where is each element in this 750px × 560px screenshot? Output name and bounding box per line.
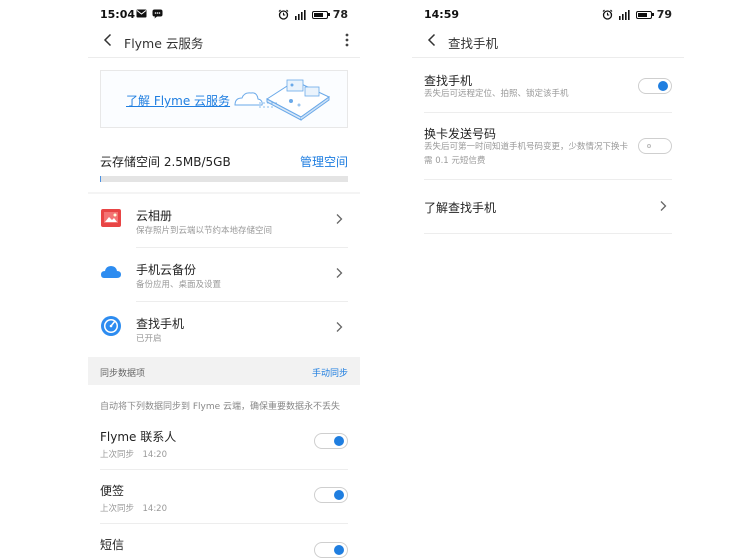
chevron-right-icon bbox=[336, 322, 343, 332]
manage-storage-link[interactable]: 管理空间 bbox=[300, 153, 348, 170]
notes-sync-toggle[interactable] bbox=[314, 487, 348, 503]
sync-item-notes: 便签 上次同步 14:20 bbox=[88, 470, 360, 524]
sync-item-contacts: Flyme 联系人 上次同步 14:20 bbox=[88, 416, 360, 470]
sim-change-notify-setting: 换卡发送号码 丢失后可第一时间知道手机号码变更，少数情况下换卡需 0.1 元短信… bbox=[412, 113, 684, 179]
find-phone-screen: 14:59 79 查找手机 查找手机 丢失后可远程定位、拍照、锁定该手机 换卡发… bbox=[412, 0, 684, 560]
status-bar: 14:59 79 bbox=[412, 0, 684, 30]
back-arrow-icon[interactable] bbox=[100, 32, 116, 48]
more-options-icon[interactable] bbox=[344, 32, 350, 48]
sync-description: 自动将下列数据同步到 Flyme 云端，确保重要数据永不丢失 bbox=[100, 402, 341, 412]
back-arrow-icon[interactable] bbox=[424, 32, 440, 48]
status-bar: 15:04 78 bbox=[88, 0, 360, 30]
chevron-right-icon bbox=[336, 268, 343, 278]
battery-percent: 78 bbox=[332, 8, 348, 21]
learn-flyme-cloud-link[interactable]: 了解 Flyme 云服务 bbox=[126, 92, 230, 109]
cloud-icon bbox=[101, 266, 121, 278]
signal-icon bbox=[618, 9, 630, 20]
chevron-right-icon bbox=[660, 201, 667, 211]
status-time: 15:04 bbox=[100, 8, 136, 21]
manual-sync-button[interactable]: 手动同步 bbox=[312, 366, 348, 379]
storage-progress-bar bbox=[100, 176, 348, 182]
page-title: 查找手机 bbox=[448, 36, 499, 51]
find-phone-toggle[interactable] bbox=[638, 78, 672, 94]
battery-icon bbox=[311, 10, 330, 19]
nav-bar: Flyme 云服务 bbox=[88, 28, 360, 54]
signal-icon bbox=[294, 9, 306, 20]
page-title: Flyme 云服务 bbox=[124, 36, 204, 51]
nav-bar: 查找手机 bbox=[412, 28, 684, 54]
find-phone-setting: 查找手机 丢失后可远程定位、拍照、锁定该手机 bbox=[412, 60, 684, 112]
mail-icon bbox=[136, 9, 147, 18]
find-phone-icon bbox=[101, 316, 121, 336]
chevron-right-icon bbox=[336, 214, 343, 224]
cloud-storage-usage: 云存储空间 2.5MB/5GB bbox=[100, 155, 231, 169]
battery-icon bbox=[635, 10, 654, 19]
chat-icon bbox=[152, 9, 163, 19]
sync-item-sms: 短信 bbox=[88, 524, 360, 560]
flyme-cloud-banner[interactable]: 了解 Flyme 云服务 bbox=[100, 70, 348, 128]
flyme-cloud-screen: 15:04 78 Flyme 云服务 了解 Flyme 云服务 云存储空间 2.… bbox=[88, 0, 360, 560]
service-cloud-backup[interactable]: 手机云备份 备份应用、桌面及设置 bbox=[88, 248, 360, 302]
battery-percent: 79 bbox=[656, 8, 672, 21]
service-find-phone[interactable]: 查找手机 已开启 bbox=[88, 302, 360, 356]
cloud-phone-illustration bbox=[234, 79, 330, 121]
sim-change-notify-toggle[interactable] bbox=[638, 138, 672, 154]
photo-album-icon bbox=[101, 209, 121, 227]
learn-find-phone-row[interactable]: 了解查找手机 bbox=[412, 180, 684, 233]
service-cloud-album[interactable]: 云相册 保存照片到云端以节约本地存储空间 bbox=[88, 194, 360, 248]
sync-section-header: 同步数据项 手动同步 bbox=[88, 357, 360, 385]
alarm-icon bbox=[278, 9, 289, 20]
status-time: 14:59 bbox=[424, 8, 460, 21]
contacts-sync-toggle[interactable] bbox=[314, 433, 348, 449]
alarm-icon bbox=[602, 9, 613, 20]
sms-sync-toggle[interactable] bbox=[314, 542, 348, 558]
